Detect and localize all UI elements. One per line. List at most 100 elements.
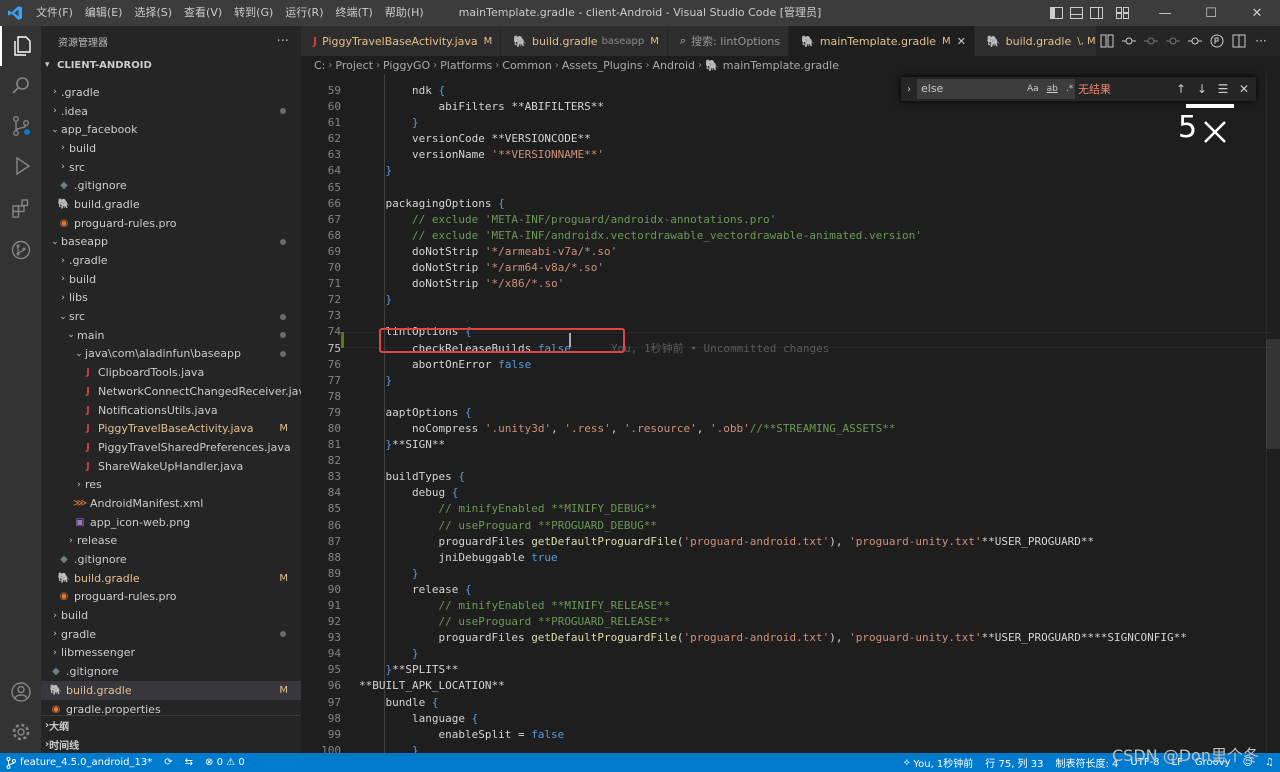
tree-folder[interactable]: › build	[41, 606, 301, 625]
code-line[interactable]: // minifyEnabled **MINIFY_RELEASE**	[359, 598, 1259, 614]
tree-folder[interactable]: › build	[41, 270, 301, 289]
git-lens-icon[interactable]	[1206, 26, 1228, 56]
outline-section-header[interactable]: › 大纲	[41, 716, 301, 734]
toggle-sidebar-icon[interactable]	[1046, 0, 1066, 26]
find-in-selection-icon[interactable]: ☰	[1213, 77, 1233, 101]
match-whole-word-toggle[interactable]: ab	[1047, 84, 1058, 94]
explorer-icon[interactable]	[0, 26, 41, 66]
breadcrumb-item[interactable]: Android	[653, 59, 696, 72]
more-actions-icon[interactable]: ···	[1250, 26, 1272, 56]
scrollbar-thumb[interactable]	[1266, 339, 1280, 449]
toggle-secondary-sidebar-icon[interactable]	[1086, 0, 1106, 26]
match-case-toggle[interactable]: Aa	[1027, 84, 1039, 94]
tree-folder[interactable]: › release	[41, 532, 301, 551]
code-lines[interactable]: ndk { abiFilters **ABIFILTERS** } versio…	[359, 83, 1259, 753]
code-line[interactable]: proguardFiles getDefaultProguardFile('pr…	[359, 534, 1259, 550]
close-find-icon[interactable]: ✕	[1234, 77, 1254, 101]
git-graph-icon[interactable]	[0, 230, 41, 270]
menu-item[interactable]: 文件(F)	[30, 0, 79, 26]
editor-tab[interactable]: J PiggyTravelBaseActivity.java M	[301, 26, 502, 56]
close-tab-icon[interactable]: ✕	[957, 35, 966, 48]
toggle-replace-chevron-icon[interactable]: ›	[901, 77, 917, 101]
menu-item[interactable]: 转到(G)	[228, 0, 279, 26]
extensions-icon[interactable]	[0, 189, 41, 229]
code-line[interactable]: // exclude 'META-INF/androidx.vectordraw…	[359, 228, 1259, 244]
breadcrumb-item[interactable]: Common	[502, 59, 552, 72]
tree-file[interactable]: 🐘 build.gradle M	[41, 569, 301, 588]
code-line[interactable]: }	[359, 115, 1259, 131]
code-line[interactable]	[359, 180, 1259, 196]
toggle-blame-icon[interactable]	[1184, 26, 1206, 56]
menu-item[interactable]: 选择(S)	[128, 0, 178, 26]
code-line[interactable]: }**SIGN**	[359, 437, 1259, 453]
split-editor-icon[interactable]	[1228, 26, 1250, 56]
breadcrumb-item[interactable]: Assets_Plugins	[562, 59, 643, 72]
code-line[interactable]: packagingOptions {	[359, 196, 1259, 212]
code-line[interactable]: noCompress '.unity3d', '.ress', '.resour…	[359, 421, 1259, 437]
tree-file[interactable]: ◉ proguard-rules.pro	[41, 588, 301, 607]
breadcrumb-item[interactable]: mainTemplate.gradle	[723, 59, 839, 72]
tree-file[interactable]: J PiggyTravelBaseActivity.java M	[41, 419, 301, 438]
tree-file[interactable]: J NetworkConnectChangedReceiver.java	[41, 382, 312, 401]
problems-status[interactable]: ⊗ 0 ⚠ 0	[199, 757, 251, 768]
search-icon[interactable]	[0, 66, 41, 106]
menu-item[interactable]: 终端(T)	[330, 0, 379, 26]
editor-tab[interactable]: 🐘 mainTemplate.gradle M ✕	[789, 26, 975, 56]
code-line[interactable]: // minifyEnabled **MINIFY_DEBUG**	[359, 501, 1259, 517]
next-match-arrow-down-icon[interactable]: ↓	[1192, 77, 1212, 101]
tree-folder[interactable]: ⌄ src	[41, 307, 301, 326]
code-line[interactable]: abiFilters **ABIFILTERS**	[359, 99, 1259, 115]
tree-file[interactable]: 🐘 build.gradle	[41, 195, 301, 214]
code-line[interactable]: jniDebuggable true	[359, 550, 1259, 566]
tree-file[interactable]: ⋙ AndroidManifest.xml	[41, 494, 301, 513]
previous-change-icon[interactable]	[1140, 26, 1162, 56]
previous-match-arrow-up-icon[interactable]: ↑	[1171, 77, 1191, 101]
account-icon[interactable]	[0, 672, 41, 712]
code-line[interactable]: }	[359, 373, 1259, 389]
code-line[interactable]: debug {	[359, 485, 1259, 501]
menu-item[interactable]: 编辑(E)	[79, 0, 129, 26]
tree-file[interactable]: ◆ .gitignore	[41, 662, 301, 681]
code-line[interactable]: abortOnError false	[359, 357, 1259, 373]
tree-folder[interactable]: ⌄ main	[41, 326, 301, 345]
tree-folder[interactable]: › libmessenger	[41, 644, 301, 663]
sync-icon[interactable]: ⟳	[158, 757, 178, 768]
code-line[interactable]	[359, 308, 1259, 324]
code-line[interactable]: **BUILT_APK_LOCATION**	[359, 678, 1259, 694]
tree-folder[interactable]: › .idea	[41, 102, 301, 121]
tree-folder[interactable]: ⌄ baseapp	[41, 233, 301, 252]
code-line[interactable]: // useProguard **PROGUARD_DEBUG**	[359, 518, 1259, 534]
code-line[interactable]: versionName '**VERSIONNAME**'	[359, 147, 1259, 163]
code-line[interactable]: doNotStrip '*/arm64-v8a/*.so'	[359, 260, 1259, 276]
tree-file[interactable]: J NotificationsUtils.java	[41, 401, 301, 420]
code-line[interactable]: doNotStrip '*/x86/*.so'	[359, 276, 1259, 292]
branch-status[interactable]: feature_4.5.0_android_13*	[0, 756, 158, 769]
code-line[interactable]: release {	[359, 582, 1259, 598]
code-line[interactable]: language {	[359, 711, 1259, 727]
close-window-button[interactable]: ✕	[1234, 0, 1280, 26]
compare-changes-icon[interactable]	[1096, 26, 1118, 56]
tree-folder[interactable]: ⌄ java\com\aladinfun\baseapp	[41, 345, 301, 364]
tree-file[interactable]: J ShareWakeUpHandler.java	[41, 457, 301, 476]
breadcrumb-item[interactable]: C:	[314, 59, 325, 72]
tree-file[interactable]: ◆ .gitignore	[41, 550, 301, 569]
code-line[interactable]: aaptOptions {	[359, 405, 1259, 421]
code-line[interactable]: versionCode **VERSIONCODE**	[359, 131, 1259, 147]
code-editor[interactable]: 59 60 61 62 63 64 65 66 67 68 69 70 71 72 73 74 75 76 77 78…	[301, 74, 1280, 753]
tree-file[interactable]: ◉ proguard-rules.pro	[41, 214, 301, 233]
editor-tab[interactable]: 🐘 build.gradle \, M	[974, 26, 1105, 56]
minimize-button[interactable]: —	[1142, 0, 1188, 26]
explorer-more-button[interactable]: ···	[277, 34, 289, 49]
editor-tab[interactable]: ⌕ 搜索: lintOptions	[667, 26, 790, 56]
code-line[interactable]: doNotStrip '*/armeabi-v7a/*.so'	[359, 244, 1259, 260]
tree-folder[interactable]: › .gradle	[41, 251, 301, 270]
tree-folder[interactable]: › gradle	[41, 625, 301, 644]
toggle-panel-icon[interactable]	[1066, 0, 1086, 26]
open-changes-icon[interactable]	[1118, 26, 1140, 56]
code-line[interactable]: // useProguard **PROGUARD_RELEASE**	[359, 614, 1259, 630]
tree-file[interactable]: 🐘 build.gradle M	[41, 681, 301, 700]
tree-file[interactable]: ▣ app_icon-web.png	[41, 513, 301, 532]
tree-folder[interactable]: › src	[41, 158, 301, 177]
code-line[interactable]: enableSplit = false	[359, 727, 1259, 743]
code-line[interactable]: bundle {	[359, 695, 1259, 711]
